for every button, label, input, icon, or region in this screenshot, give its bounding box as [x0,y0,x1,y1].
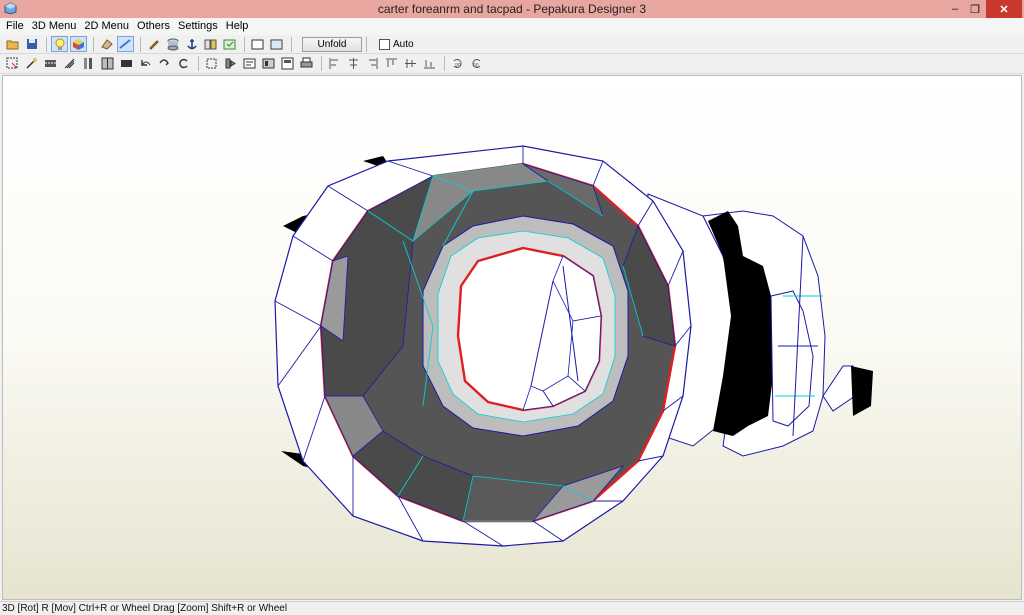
layout-icon[interactable] [260,56,277,72]
anchor-icon[interactable] [183,36,200,52]
menu-2d[interactable]: 2D Menu [80,18,133,35]
split-icon[interactable] [202,36,219,52]
align-left-icon[interactable] [326,56,343,72]
align-bottom-icon[interactable] [421,56,438,72]
toolbar-separator [244,36,245,52]
redo-icon[interactable] [156,56,173,72]
rotate-90-cw-icon[interactable]: 90 [468,56,485,72]
toolbar-separator [321,56,322,71]
menu-settings[interactable]: Settings [174,18,222,35]
lightbulb-icon[interactable] [51,36,68,52]
main-toolbar: Unfold Auto [0,35,1024,54]
rotate-part-icon[interactable] [98,36,115,52]
edge-join-icon[interactable] [99,56,116,72]
edit-toolbar: 90 90 [0,54,1024,74]
toolbar-separator [93,36,94,52]
toolbar-separator [46,36,47,52]
menu-3d[interactable]: 3D Menu [28,18,81,35]
auto-checkbox-box[interactable] [379,38,390,50]
select-tool-icon[interactable] [4,56,21,72]
menu-help[interactable]: Help [222,18,253,35]
select-icon[interactable] [117,36,134,52]
auto-checkbox-label: Auto [393,38,414,50]
split-view-icon[interactable] [268,36,285,52]
menu-others[interactable]: Others [133,18,174,35]
auto-checkbox[interactable]: Auto [379,38,414,50]
window-title: carter foreanrm and tacpad - Pepakura De… [377,2,647,16]
restore-button[interactable]: ❐ [966,0,984,18]
menu-file[interactable]: File [2,18,28,35]
align-middle-icon[interactable] [402,56,419,72]
print-icon[interactable] [298,56,315,72]
flip-icon[interactable] [222,56,239,72]
cut-icon[interactable] [80,56,97,72]
save-icon[interactable] [23,36,40,52]
menu-bar: File 3D Menu 2D Menu Others Settings Hel… [0,18,1024,35]
pt-icon[interactable] [241,56,258,72]
undo-icon[interactable] [137,56,154,72]
flap-icon[interactable] [61,56,78,72]
3d-viewport[interactable] [2,75,1022,600]
align-top-icon[interactable] [383,56,400,72]
toolbar-separator [198,56,199,71]
svg-text:90: 90 [473,63,479,69]
status-bar: 3D [Rot] R [Mov] Ctrl+R or Wheel Drag [Z… [0,601,1024,615]
open-icon[interactable] [4,36,21,52]
text-box-icon[interactable] [279,56,296,72]
join-icon[interactable] [221,36,238,52]
rotate-90-ccw-icon[interactable]: 90 [449,56,466,72]
toolbar-separator [366,36,367,52]
3d-model-render[interactable] [3,76,1022,600]
bounding-icon[interactable] [203,56,220,72]
minimize-button[interactable]: – [946,0,964,18]
magic-wand-icon[interactable] [23,56,40,72]
toolbar-separator [444,56,445,71]
align-center-icon[interactable] [345,56,362,72]
toolbar-separator [140,36,141,52]
toolbar-separator [291,36,292,52]
rectangle-icon[interactable] [118,56,135,72]
unfold-button[interactable]: Unfold [302,36,362,52]
single-view-icon[interactable] [249,36,266,52]
fold-line-icon[interactable] [42,56,59,72]
cylinder-icon[interactable] [164,36,181,52]
close-button[interactable]: ✕ [986,0,1022,18]
align-right-icon[interactable] [364,56,381,72]
inner-tube [422,215,629,437]
refresh-icon[interactable] [175,56,192,72]
svg-text:90: 90 [455,63,461,69]
title-bar: carter foreanrm and tacpad - Pepakura De… [0,0,1024,18]
texture-cube-icon[interactable] [70,36,87,52]
edit-pencil-icon[interactable] [145,36,162,52]
